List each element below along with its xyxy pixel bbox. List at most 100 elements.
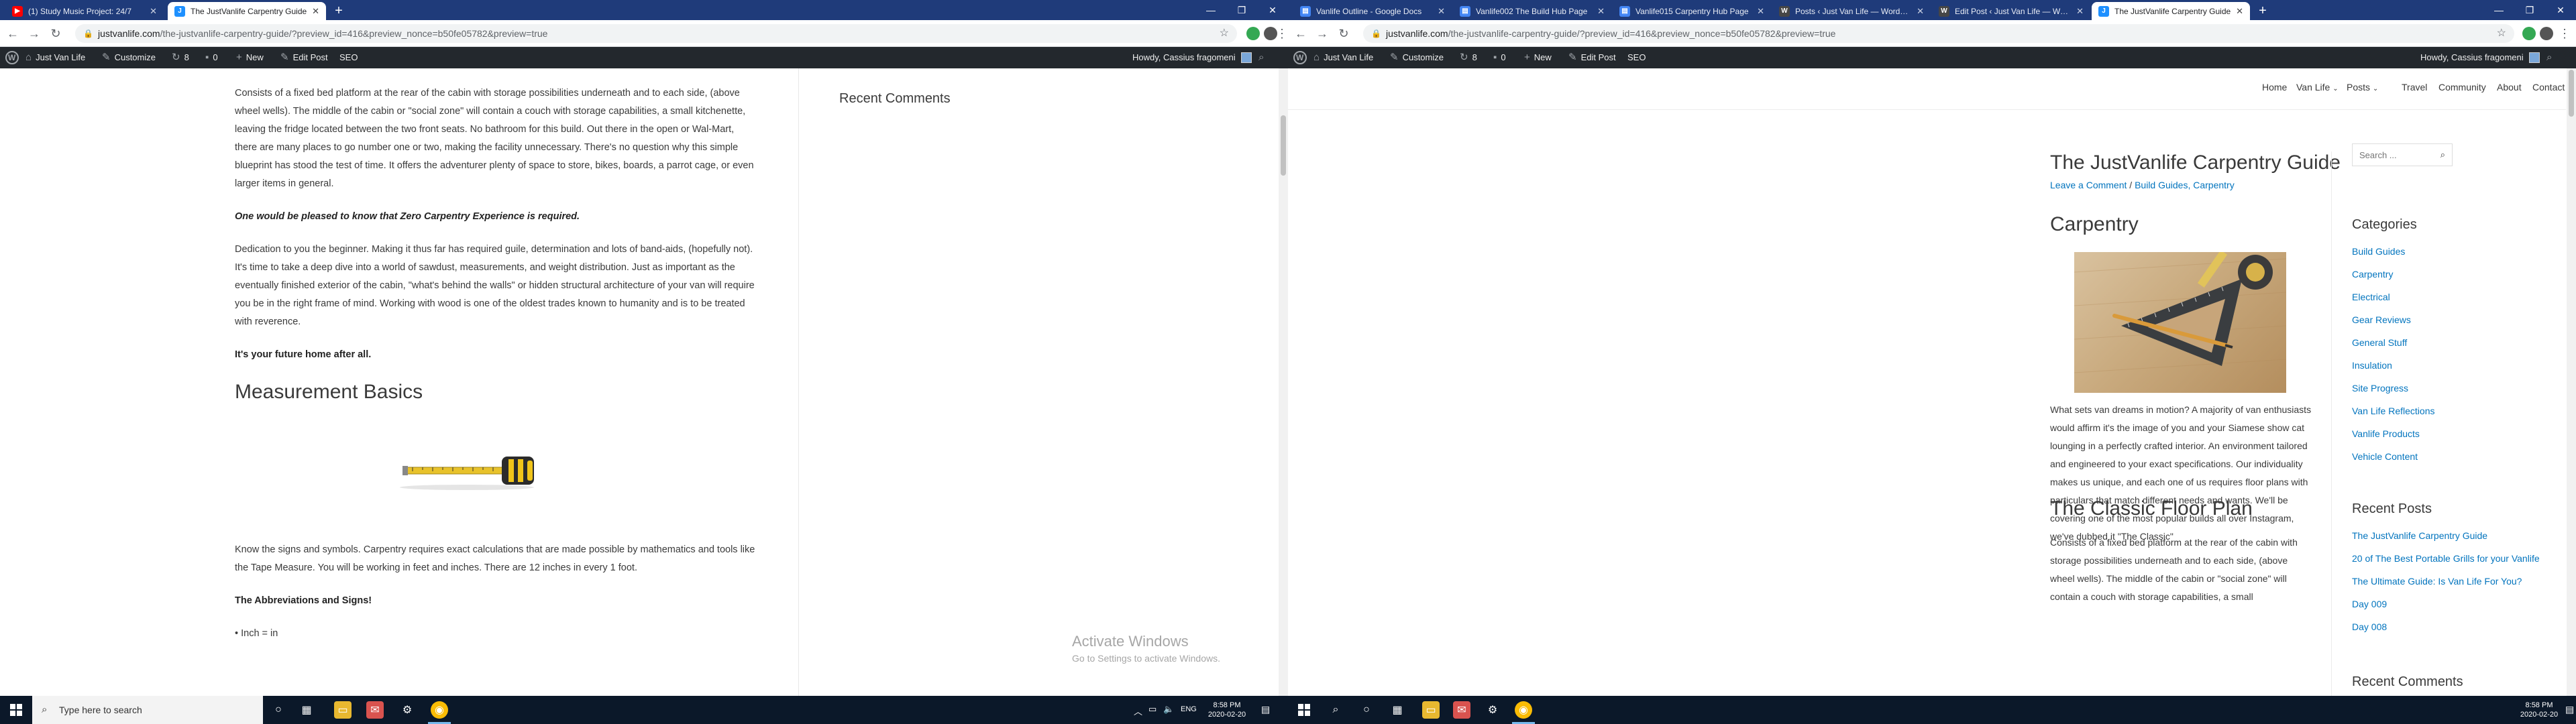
wp-logo-icon[interactable] (1293, 47, 1307, 68)
recent-post-link[interactable]: The Ultimate Guide: Is Van Life For You? (2352, 570, 2540, 593)
extension-icon[interactable] (2522, 27, 2536, 40)
notification-icon[interactable]: ▤ (2565, 704, 2574, 715)
category-link[interactable]: Van Life Reflections (2352, 400, 2434, 422)
recent-post-link[interactable]: 20 of The Best Portable Grills for your … (2352, 547, 2540, 570)
tab-carpentry-guide[interactable]: J The JustVanlife Carpentry Guide ✕ (168, 2, 326, 20)
close-window-icon[interactable]: ✕ (2545, 0, 2576, 20)
admin-seo-link[interactable]: SEO (339, 47, 358, 68)
task-view-icon[interactable]: ▦ (298, 701, 315, 719)
admin-seo-link[interactable]: SEO (1627, 47, 1646, 68)
category-link[interactable]: Vanlife Products (2352, 422, 2434, 445)
profile-avatar[interactable] (2540, 27, 2553, 40)
back-icon[interactable]: ← (5, 26, 20, 41)
notification-icon[interactable]: ▤ (1261, 704, 1270, 715)
recent-post-link[interactable]: Day 009 (2352, 593, 2540, 615)
close-icon[interactable]: ✕ (2076, 6, 2084, 17)
minimize-icon[interactable]: — (1195, 0, 1226, 20)
nav-community[interactable]: Community (2438, 82, 2486, 93)
minimize-icon[interactable]: — (2483, 0, 2514, 20)
nav-contact[interactable]: Contact (2532, 82, 2565, 93)
admin-new-link[interactable]: + New (1524, 47, 1552, 68)
reload-icon[interactable]: ↻ (1336, 26, 1351, 41)
nav-home[interactable]: Home (2262, 82, 2287, 93)
close-icon[interactable]: ✕ (150, 6, 157, 17)
admin-customize-link[interactable]: ✎ Customize (1390, 47, 1444, 68)
bookmark-star-icon[interactable]: ☆ (2497, 24, 2506, 43)
new-tab-button[interactable]: + (331, 4, 346, 19)
taskbar-clock[interactable]: 8:58 PM 2020-02-20 (2516, 701, 2563, 719)
admin-howdy[interactable]: Howdy, Cassius fragomeni (2420, 47, 2540, 68)
nav-posts[interactable]: Posts ⌄ (2347, 82, 2378, 93)
admin-comments-link[interactable]: ▪ 0 (1493, 47, 1506, 68)
category-link[interactable]: Vehicle Content (2352, 445, 2434, 468)
taskbar-clock[interactable]: 8:58 PM 2020-02-20 (1203, 701, 1250, 719)
volume-icon[interactable]: 🔈 (1163, 704, 1174, 715)
new-tab-button[interactable]: + (2255, 4, 2270, 19)
category-link[interactable]: Carpentry (2352, 263, 2434, 286)
address-bar[interactable]: 🔒 justvanlife.com/the-justvanlife-carpen… (75, 24, 1237, 43)
admin-updates-link[interactable]: ↻ 8 (172, 47, 189, 68)
admin-edit-post-link[interactable]: ✎ Edit Post (1568, 47, 1616, 68)
tab-study-music[interactable]: ▶ (1) Study Music Project: 24/7 ✕ (5, 2, 164, 20)
language-indicator[interactable]: ENG (1181, 705, 1197, 713)
forward-icon[interactable]: → (27, 26, 42, 41)
close-icon[interactable]: ✕ (1917, 6, 1924, 17)
tab-wp-edit-post[interactable]: W Edit Post ‹ Just Van Life — WordPress … (1932, 2, 2090, 20)
mail-icon[interactable]: ✉ (1453, 701, 1470, 719)
close-icon[interactable]: ✕ (2236, 6, 2243, 17)
cortana-icon[interactable]: ○ (270, 701, 287, 719)
chrome-icon[interactable]: ◉ (1515, 701, 1532, 719)
chrome-icon[interactable]: ◉ (431, 701, 448, 719)
nav-van-life[interactable]: Van Life ⌄ (2296, 82, 2339, 93)
leave-comment-link[interactable]: Leave a Comment (2050, 180, 2127, 190)
close-icon[interactable]: ✕ (1757, 6, 1764, 17)
admin-customize-link[interactable]: ✎ Customize (102, 47, 156, 68)
category-link[interactable]: Electrical (2352, 286, 2434, 308)
admin-search-icon[interactable]: ⌕ (2546, 47, 2556, 68)
extension-icon[interactable] (1246, 27, 1260, 40)
admin-new-link[interactable]: + New (236, 47, 264, 68)
sidebar-search-input[interactable]: Search ... ⌕ (2352, 143, 2453, 166)
mail-icon[interactable]: ✉ (366, 701, 384, 719)
category-link[interactable]: General Stuff (2352, 331, 2434, 354)
tab-carpentry-guide[interactable]: J The JustVanlife Carpentry Guide ✕ (2092, 2, 2250, 20)
task-view-icon[interactable]: ▦ (1389, 701, 1406, 719)
address-bar[interactable]: 🔒 justvanlife.com/the-justvanlife-carpen… (1363, 24, 2514, 43)
wp-logo-icon[interactable] (5, 47, 19, 68)
close-icon[interactable]: ✕ (312, 6, 319, 17)
back-icon[interactable]: ← (1293, 26, 1308, 41)
search-icon[interactable]: ⌕ (1327, 701, 1344, 719)
tab-build-hub[interactable]: ▤ Vanlife002 The Build Hub Page ✕ (1453, 2, 1611, 20)
close-icon[interactable]: ✕ (1438, 6, 1445, 17)
close-icon[interactable]: ✕ (1597, 6, 1605, 17)
post-categories-link[interactable]: Build Guides, Carpentry (2135, 180, 2235, 190)
recent-post-link[interactable]: The JustVanlife Carpentry Guide (2352, 524, 2540, 547)
reload-icon[interactable]: ↻ (48, 26, 63, 41)
maximize-icon[interactable]: ❐ (2514, 0, 2545, 20)
category-link[interactable]: Gear Reviews (2352, 308, 2434, 331)
close-window-icon[interactable]: ✕ (1257, 0, 1288, 20)
file-explorer-icon[interactable]: ▭ (334, 701, 352, 719)
nav-travel[interactable]: Travel (2402, 82, 2427, 93)
file-explorer-icon[interactable]: ▭ (1422, 701, 1440, 719)
category-link[interactable]: Site Progress (2352, 377, 2434, 400)
chrome-menu-icon[interactable]: ⋮ (1276, 26, 1288, 41)
tray-chevron-icon[interactable]: ︿ (1134, 705, 1142, 717)
taskbar-search-input[interactable]: ⌕ Type here to search (32, 696, 263, 724)
page-scrollbar[interactable] (2567, 68, 2576, 696)
tab-wp-posts[interactable]: W Posts ‹ Just Van Life — WordPress ✕ (1772, 2, 1931, 20)
bookmark-star-icon[interactable]: ☆ (1220, 24, 1229, 43)
admin-site-link[interactable]: ⌂ Just Van Life (1313, 47, 1373, 68)
scrollbar-thumb[interactable] (2569, 70, 2574, 117)
recent-post-link[interactable]: Day 008 (2352, 615, 2540, 638)
search-icon[interactable]: ⌕ (2440, 149, 2445, 160)
settings-gear-icon[interactable]: ⚙ (1484, 701, 1501, 719)
windows-start-icon[interactable] (1295, 701, 1313, 719)
settings-gear-icon[interactable]: ⚙ (398, 701, 416, 719)
tab-google-docs[interactable]: ▤ Vanlife Outline - Google Docs ✕ (1293, 2, 1452, 20)
nav-about[interactable]: About (2497, 82, 2522, 93)
admin-comments-link[interactable]: ▪ 0 (205, 47, 218, 68)
network-icon[interactable]: ▭ (1148, 704, 1157, 715)
admin-updates-link[interactable]: ↻ 8 (1460, 47, 1477, 68)
admin-site-link[interactable]: ⌂ Just Van Life (25, 47, 85, 68)
